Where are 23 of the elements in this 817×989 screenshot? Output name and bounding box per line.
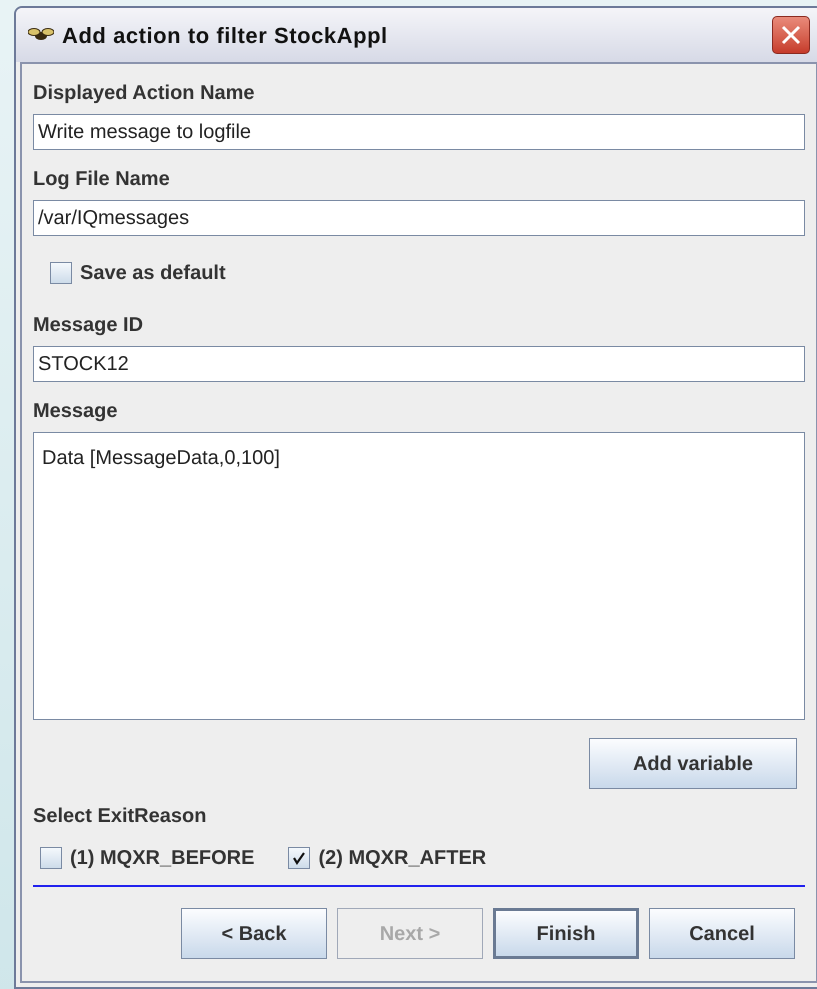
checkbox[interactable] [288, 847, 310, 869]
text-field[interactable]: Write message to logfile [33, 114, 805, 150]
check-icon [292, 851, 306, 865]
field-label: Message [33, 399, 118, 424]
checkbox-label: (1) MQXR_BEFORE [70, 846, 254, 871]
close-icon [780, 24, 802, 46]
close-button[interactable] [772, 16, 810, 54]
field-label: Displayed Action Name [33, 81, 256, 106]
wizard-button[interactable]: < Back [181, 908, 327, 959]
checkbox-label: (2) MQXR_AFTER [318, 846, 486, 871]
wizard-button[interactable]: Cancel [649, 908, 795, 959]
checkbox[interactable] [50, 262, 72, 284]
wizard-button[interactable]: Finish [493, 908, 639, 959]
field-label: Select ExitReason [33, 804, 208, 829]
message-text-area[interactable]: Data [MessageData,0,100] [33, 432, 805, 720]
window-title: Add action to filter StockAppl [62, 22, 388, 50]
field-label: Message ID [33, 313, 144, 338]
text-field[interactable]: /var/IQmessages [33, 200, 805, 236]
checkbox[interactable] [40, 847, 62, 869]
checkbox-label: Save as default [80, 261, 226, 286]
field-label: Log File Name [33, 167, 171, 192]
add-variable-button[interactable]: Add variable [589, 738, 797, 789]
text-field[interactable]: STOCK12 [33, 346, 805, 382]
